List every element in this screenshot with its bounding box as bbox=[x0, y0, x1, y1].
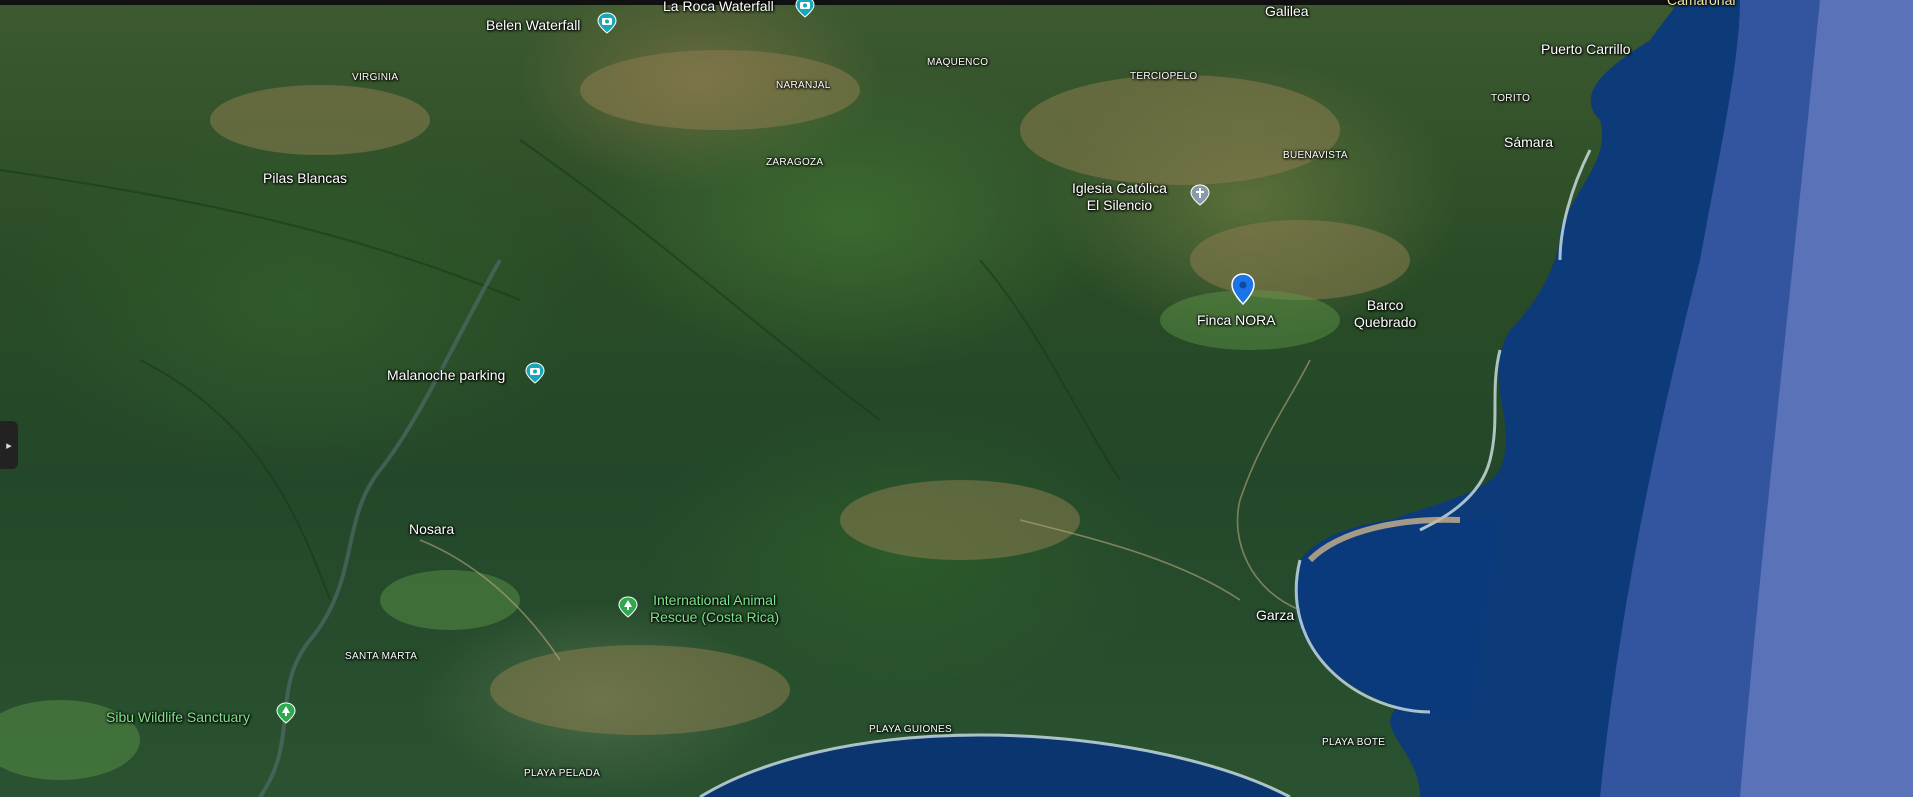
label-iglesia-line2: El Silencio bbox=[1086, 197, 1153, 213]
map-view[interactable]: La Roca Waterfall Belen Waterfall Galile… bbox=[0, 0, 1913, 797]
la-roca-waterfall-camera-pin-icon[interactable] bbox=[794, 0, 816, 18]
label-rescue-line2: Rescue (Costa Rica) bbox=[650, 609, 780, 625]
label-barco-line2: Quebrado bbox=[1354, 314, 1417, 330]
label-finca-nora[interactable]: Finca NORA bbox=[1197, 312, 1276, 328]
label-playa-guiones: PLAYA GUIONES bbox=[869, 724, 953, 735]
label-iglesia-line1: Iglesia Católica bbox=[1072, 180, 1167, 196]
label-playa-pelada: PLAYA PELADA bbox=[524, 768, 601, 779]
label-belen-waterfall[interactable]: Belen Waterfall bbox=[486, 17, 580, 33]
sidebar-toggle-button[interactable]: ▸ bbox=[0, 421, 18, 469]
label-camaronal: Camaronal bbox=[1667, 0, 1736, 8]
church-pin-icon[interactable] bbox=[1189, 184, 1211, 206]
label-pilas-blancas: Pilas Blancas bbox=[263, 170, 348, 186]
label-barco-line1: Barco bbox=[1366, 297, 1404, 313]
label-playa-bote: PLAYA BOTE bbox=[1322, 737, 1386, 748]
label-sibu-wildlife-sanctuary[interactable]: Sibu Wildlife Sanctuary bbox=[106, 709, 250, 725]
label-terciopelo: TERCIOPELO bbox=[1130, 71, 1198, 82]
malanoche-parking-camera-pin-icon[interactable] bbox=[524, 362, 546, 384]
label-international-animal-rescue[interactable]: International Animal Rescue (Costa Rica) bbox=[650, 592, 779, 626]
label-garza: Garza bbox=[1256, 607, 1295, 623]
label-samara: Sámara bbox=[1504, 134, 1554, 150]
label-galilea: Galilea bbox=[1265, 3, 1309, 19]
label-puerto-carrillo: Puerto Carrillo bbox=[1541, 41, 1631, 57]
label-maquenco: MAQUENCO bbox=[927, 57, 989, 68]
label-rescue-line1: International Animal bbox=[653, 592, 777, 608]
label-torito: TORITO bbox=[1491, 93, 1531, 104]
terrain-layer bbox=[0, 0, 1913, 797]
finca-nora-location-marker-icon[interactable] bbox=[1230, 273, 1256, 305]
sibu-tree-pin-icon[interactable] bbox=[275, 702, 297, 724]
label-naranjal: NARANJAL bbox=[776, 80, 831, 91]
label-buenavista: BUENAVISTA bbox=[1283, 150, 1348, 161]
label-barco-quebrado: Barco Quebrado bbox=[1354, 297, 1416, 331]
label-iglesia-catolica[interactable]: Iglesia Católica El Silencio bbox=[1072, 180, 1167, 214]
animal-rescue-tree-pin-icon[interactable] bbox=[617, 596, 639, 618]
label-nosara: Nosara bbox=[409, 521, 455, 537]
label-la-roca-waterfall[interactable]: La Roca Waterfall bbox=[663, 0, 774, 14]
label-malanoche-parking[interactable]: Malanoche parking bbox=[387, 367, 505, 383]
chevron-right-icon: ▸ bbox=[6, 439, 12, 452]
label-virginia: VIRGINIA bbox=[352, 72, 399, 83]
label-zaragoza: ZARAGOZA bbox=[766, 157, 824, 168]
label-santa-marta: SANTA MARTA bbox=[345, 651, 418, 662]
belen-waterfall-camera-pin-icon[interactable] bbox=[596, 12, 618, 34]
